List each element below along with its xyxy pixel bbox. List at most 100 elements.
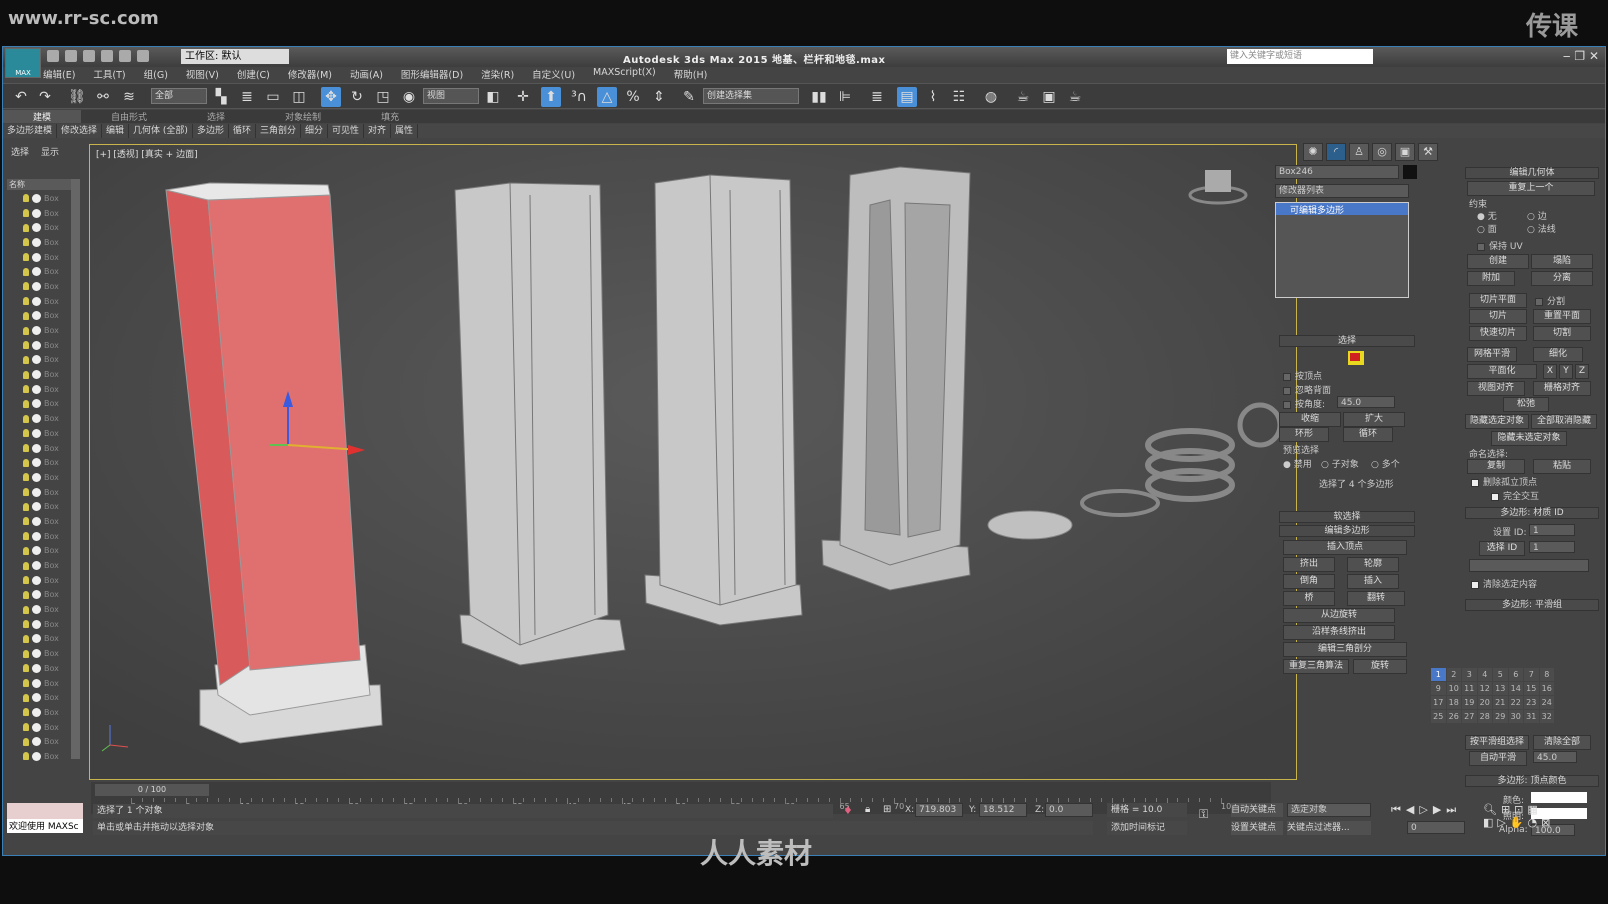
auto-smooth-spinner[interactable]: 45.0 bbox=[1533, 751, 1577, 763]
scene-list-item[interactable]: Box bbox=[7, 382, 71, 397]
viewport-label[interactable]: [+] [透视] [真实 + 边面] bbox=[96, 147, 198, 160]
smoothing-group-button[interactable]: 9 bbox=[1431, 682, 1446, 695]
scene-list-item[interactable]: Box bbox=[7, 191, 71, 206]
visibility-icon[interactable] bbox=[32, 649, 41, 659]
visibility-icon[interactable] bbox=[32, 693, 41, 703]
grow-button[interactable]: 扩大 bbox=[1343, 412, 1405, 427]
auto-key-button[interactable]: 自动关键点 bbox=[1231, 803, 1283, 817]
visibility-icon[interactable] bbox=[32, 340, 41, 350]
scene-list-item[interactable]: Box bbox=[7, 676, 71, 691]
light-bulb-icon[interactable] bbox=[23, 223, 29, 232]
scene-list-item[interactable]: Box bbox=[7, 264, 71, 279]
smoothing-group-button[interactable]: 4 bbox=[1477, 668, 1492, 681]
scene-list-item[interactable]: Box bbox=[7, 646, 71, 661]
light-bulb-icon[interactable] bbox=[23, 502, 29, 511]
visibility-icon[interactable] bbox=[32, 208, 41, 218]
smoothing-group-button[interactable]: 16 bbox=[1539, 682, 1554, 695]
material-id-rollout-header[interactable]: 多边形: 材质 ID bbox=[1465, 507, 1599, 519]
visibility-icon[interactable] bbox=[32, 311, 41, 321]
bind-spacewarp-icon[interactable]: ≋ bbox=[119, 87, 139, 107]
menu-item[interactable]: 编辑(E) bbox=[43, 67, 75, 81]
key-mode-dropdown[interactable]: 选定对象 bbox=[1287, 803, 1371, 817]
light-bulb-icon[interactable] bbox=[23, 444, 29, 453]
redo-icon[interactable]: ↷ bbox=[35, 87, 55, 107]
ribbon-panel-button[interactable]: 几何体 (全部) bbox=[129, 124, 193, 138]
pivot-icon[interactable]: ◧ bbox=[483, 87, 503, 107]
smoothing-group-button[interactable]: 10 bbox=[1446, 682, 1461, 695]
vertex-color-swatch[interactable] bbox=[1531, 792, 1587, 803]
menu-item[interactable]: 图形编辑器(D) bbox=[401, 67, 463, 81]
menu-item[interactable]: MAXScript(X) bbox=[593, 67, 656, 81]
scene-list-item[interactable]: Box bbox=[7, 720, 71, 735]
edit-named-sel-icon[interactable]: ✎ bbox=[679, 87, 699, 107]
light-bulb-icon[interactable] bbox=[23, 253, 29, 262]
scene-explorer-icon[interactable]: ▤ bbox=[897, 87, 917, 107]
layer-manager-icon[interactable]: ≣ bbox=[867, 87, 887, 107]
smoothing-group-button[interactable]: 18 bbox=[1446, 696, 1461, 709]
extrude-button[interactable]: 挤出 bbox=[1283, 557, 1335, 572]
selection-filter-dropdown[interactable]: 全部 bbox=[151, 88, 207, 104]
y-coord-field[interactable]: 18.512 bbox=[979, 803, 1027, 817]
polygon-subobject-icon[interactable] bbox=[1348, 351, 1364, 365]
manipulate-icon[interactable]: ✛ bbox=[513, 87, 533, 107]
light-bulb-icon[interactable] bbox=[23, 311, 29, 320]
percent-snap-icon[interactable]: % bbox=[623, 87, 643, 107]
reset-plane-button[interactable]: 重置平面 bbox=[1533, 309, 1591, 324]
light-bulb-icon[interactable] bbox=[23, 752, 29, 761]
light-bulb-icon[interactable] bbox=[23, 693, 29, 702]
smoothing-group-button[interactable]: 19 bbox=[1462, 696, 1477, 709]
visibility-icon[interactable] bbox=[32, 399, 41, 409]
hierarchy-tab-icon[interactable]: ♙ bbox=[1349, 143, 1369, 161]
maxscript-listener-mini[interactable] bbox=[7, 803, 83, 819]
rect-selection-icon[interactable]: ▭ bbox=[263, 87, 283, 107]
undo-icon[interactable] bbox=[101, 50, 113, 62]
z-coord-field[interactable]: 0.0 bbox=[1045, 803, 1093, 817]
visibility-icon[interactable] bbox=[32, 737, 41, 747]
scene-list-item[interactable]: Box bbox=[7, 309, 71, 324]
paste-button[interactable]: 粘贴 bbox=[1533, 459, 1591, 474]
set-key-button[interactable]: 设置关键点 bbox=[1231, 821, 1283, 835]
auto-smooth-button[interactable]: 自动平滑 bbox=[1469, 751, 1527, 766]
window-crossing-icon[interactable]: ◫ bbox=[289, 87, 309, 107]
redo-icon[interactable] bbox=[119, 50, 131, 62]
tab-display[interactable]: 显示 bbox=[41, 145, 59, 158]
absolute-mode-icon[interactable]: ⊞ bbox=[883, 804, 891, 815]
light-bulb-icon[interactable] bbox=[23, 737, 29, 746]
visibility-icon[interactable] bbox=[32, 575, 41, 585]
grid-align-button[interactable]: 栅格对齐 bbox=[1533, 381, 1591, 396]
visibility-icon[interactable] bbox=[32, 414, 41, 424]
ribbon-panel-button[interactable]: 修改选择 bbox=[57, 124, 103, 138]
split-checkbox[interactable]: 分割 bbox=[1535, 294, 1565, 307]
select-id-button[interactable]: 选择 ID bbox=[1479, 541, 1525, 556]
stack-item-editable-poly[interactable]: 可编辑多边形 bbox=[1276, 203, 1408, 216]
spinner-snap-icon[interactable]: ⇕ bbox=[649, 87, 669, 107]
turn-button[interactable]: 旋转 bbox=[1353, 659, 1407, 674]
scene-list-item[interactable]: Box bbox=[7, 588, 71, 603]
visibility-icon[interactable] bbox=[32, 458, 41, 468]
smoothing-group-button[interactable]: 5 bbox=[1493, 668, 1508, 681]
menu-item[interactable]: 渲染(R) bbox=[481, 67, 514, 81]
scene-list-item[interactable]: Box bbox=[7, 632, 71, 647]
visibility-icon[interactable] bbox=[32, 326, 41, 336]
schematic-view-icon[interactable]: ☷ bbox=[949, 87, 969, 107]
smoothing-group-button[interactable]: 26 bbox=[1446, 710, 1461, 723]
visibility-icon[interactable] bbox=[32, 722, 41, 732]
ribbon-tab[interactable]: 自由形式 bbox=[81, 110, 177, 123]
light-bulb-icon[interactable] bbox=[23, 297, 29, 306]
cut-button[interactable]: 切割 bbox=[1533, 326, 1591, 341]
visibility-icon[interactable] bbox=[32, 355, 41, 365]
scene-list-item[interactable]: Box bbox=[7, 705, 71, 720]
light-bulb-icon[interactable] bbox=[23, 590, 29, 599]
smoothing-group-button[interactable]: 13 bbox=[1493, 682, 1508, 695]
full-interactivity-checkbox[interactable]: 完全交互 bbox=[1491, 489, 1539, 502]
detach-button[interactable]: 分离 bbox=[1531, 271, 1593, 286]
rotate-icon[interactable]: ↻ bbox=[347, 87, 367, 107]
by-angle-checkbox[interactable]: 按角度: bbox=[1283, 397, 1325, 410]
light-bulb-icon[interactable] bbox=[23, 532, 29, 541]
visibility-icon[interactable] bbox=[32, 472, 41, 482]
scene-list-item[interactable]: Box bbox=[7, 353, 71, 368]
insert-vertex-button[interactable]: 插入顶点 bbox=[1283, 540, 1407, 555]
constraint-normal-radio[interactable]: ○ 法线 bbox=[1527, 222, 1556, 235]
smoothing-group-button[interactable]: 27 bbox=[1462, 710, 1477, 723]
light-bulb-icon[interactable] bbox=[23, 385, 29, 394]
